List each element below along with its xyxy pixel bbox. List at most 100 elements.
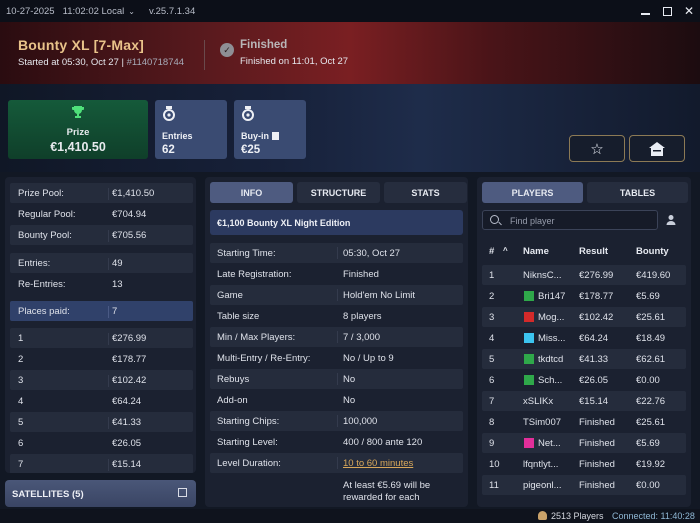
player-bounty: €0.00 <box>636 375 660 386</box>
close-button[interactable]: ✕ <box>678 0 700 22</box>
tournament-edition-title: €1,100 Bounty XL Night Edition <box>210 210 463 235</box>
payout-place: 6 <box>18 438 24 449</box>
summary-key: Places paid: <box>18 306 70 317</box>
payout-amount: €15.14 <box>112 459 142 470</box>
payout-row: 2 €178.77 <box>10 349 193 369</box>
prize-value: €1,410.50 <box>50 140 106 154</box>
online-players-count: 2513 Players <box>551 511 604 521</box>
chevron-down-icon[interactable]: ⌄ <box>128 7 135 16</box>
player-row[interactable]: 10 lfqntlyt... Finished €19.92 <box>482 454 686 474</box>
player-search-field[interactable]: Find player <box>482 210 658 230</box>
info-key: Table size <box>217 311 260 322</box>
payout-row: 6 €26.05 <box>10 433 193 453</box>
buyin-label: Buy-in <box>241 131 279 141</box>
info-row: Starting Level: 400 / 800 ante 120 <box>210 432 463 452</box>
payout-amount: €102.42 <box>112 375 147 386</box>
summary-row: Entries: 49 <box>10 253 193 273</box>
info-value: Hold'em No Limit <box>343 290 416 301</box>
summary-key: Bounty Pool: <box>18 230 72 241</box>
player-name: TSim007 <box>523 417 562 428</box>
document-icon[interactable] <box>272 132 279 140</box>
player-row[interactable]: 8 TSim007 Finished €25.61 <box>482 412 686 432</box>
tab-stats[interactable]: STATS <box>384 182 467 203</box>
player-result: Finished <box>579 480 615 491</box>
player-rank: 8 <box>489 417 495 428</box>
info-row: Add-on No <box>210 390 463 410</box>
player-bounty: €25.61 <box>636 417 666 428</box>
payout-place: 2 <box>18 354 24 365</box>
player-result: €15.14 <box>579 396 609 407</box>
info-panel[interactable]: INFO STRUCTURE STATS €1,100 Bounty XL Ni… <box>205 177 468 507</box>
player-row[interactable]: 7 xSLIKx €15.14 €22.76 <box>482 391 686 411</box>
col-rank[interactable]: # <box>489 246 494 257</box>
info-tabs: INFO STRUCTURE STATS <box>210 182 467 203</box>
col-result[interactable]: Result <box>579 246 608 257</box>
player-row[interactable]: 11 pigeonl... Finished €0.00 <box>482 475 686 495</box>
info-key: Game <box>217 290 243 301</box>
tournament-name: Bounty XL [7-Max] <box>18 37 145 53</box>
info-key: Min / Max Players: <box>217 332 296 343</box>
info-value: No / Up to 9 <box>343 353 394 364</box>
satellites-button[interactable]: SATELLITES (5) <box>5 480 196 507</box>
player-row[interactable]: 2 Bri147 €178.77 €5.69 <box>482 286 686 306</box>
tab-players[interactable]: PLAYERS <box>482 182 583 203</box>
info-key: Starting Time: <box>217 248 276 259</box>
titlebar-time[interactable]: 11:02:02 Local <box>63 6 125 17</box>
tab-structure[interactable]: STRUCTURE <box>297 182 380 203</box>
player-rank: 2 <box>489 291 495 302</box>
col-name[interactable]: Name <box>523 246 549 257</box>
tournament-summary-panel[interactable]: Prize Pool: €1,410.50 Regular Pool: €704.9… <box>5 177 196 473</box>
minimize-button[interactable] <box>634 0 656 22</box>
player-row[interactable]: 6 Sch... €26.05 €0.00 <box>482 370 686 390</box>
info-key: Level Duration: <box>217 458 281 469</box>
payout-row: 1 €276.99 <box>10 328 193 348</box>
player-name: Net... <box>538 438 561 449</box>
search-placeholder: Find player <box>510 216 555 226</box>
tab-tables[interactable]: TABLES <box>587 182 688 203</box>
player-name: NiknsC... <box>523 270 562 281</box>
player-name: tkdtcd <box>538 354 564 365</box>
player-name: Bri147 <box>538 291 566 302</box>
player-row[interactable]: 3 Mog... €102.42 €25.61 <box>482 307 686 327</box>
entries-card: Entries 62 <box>155 100 227 159</box>
minimize-icon <box>640 13 650 15</box>
satellites-label: SATELLITES (5) <box>12 489 84 500</box>
flag-icon <box>524 312 534 322</box>
sort-ascending-icon[interactable]: ^ <box>503 246 508 255</box>
payout-place: 1 <box>18 333 24 344</box>
player-row[interactable]: 9 Net... Finished €5.69 <box>482 433 686 453</box>
level-duration-link[interactable]: 10 to 60 minutes <box>343 458 413 469</box>
payout-place: 3 <box>18 375 24 386</box>
flag-icon <box>524 354 534 364</box>
medal-icon <box>242 106 254 121</box>
finished-time: Finished on 11:01, Oct 27 <box>240 56 349 67</box>
favorite-button[interactable]: ☆ <box>569 135 625 162</box>
player-name: Sch... <box>538 375 563 386</box>
player-rank: 11 <box>489 480 499 491</box>
payout-amount: €41.33 <box>112 417 142 428</box>
user-icon[interactable] <box>665 214 677 226</box>
col-bounty[interactable]: Bounty <box>636 246 669 257</box>
player-result: Finished <box>579 417 615 428</box>
player-bounty: €18.49 <box>636 333 666 344</box>
info-key: Rebuys <box>217 374 250 385</box>
players-panel[interactable]: PLAYERS TABLES Find player # ^ Name Resu… <box>477 177 691 507</box>
maximize-button[interactable] <box>656 0 678 22</box>
tab-info[interactable]: INFO <box>210 182 293 203</box>
summary-row: Prize Pool: €1,410.50 <box>10 183 193 203</box>
player-rank: 5 <box>489 354 495 365</box>
connection-status: Connected: 11:40:28 <box>612 511 695 521</box>
check-circle-icon: ✓ <box>220 43 234 57</box>
player-result: Finished <box>579 438 615 449</box>
titlebar-date: 10-27-2025 <box>6 5 55 17</box>
payout-place: 4 <box>18 396 24 407</box>
player-rank: 6 <box>489 375 495 386</box>
player-row[interactable]: 4 Miss... €64.24 €18.49 <box>482 328 686 348</box>
lobby-home-button[interactable] <box>629 135 685 162</box>
info-row: Rebuys No <box>210 369 463 389</box>
info-row: Multi-Entry / Re-Entry: No / Up to 9 <box>210 348 463 368</box>
entries-value: 62 <box>162 144 175 156</box>
player-row[interactable]: 5 tkdtcd €41.33 €62.61 <box>482 349 686 369</box>
player-row[interactable]: 1 NiknsC... €276.99 €419.60 <box>482 265 686 285</box>
info-value: 05:30, Oct 27 <box>343 248 401 259</box>
